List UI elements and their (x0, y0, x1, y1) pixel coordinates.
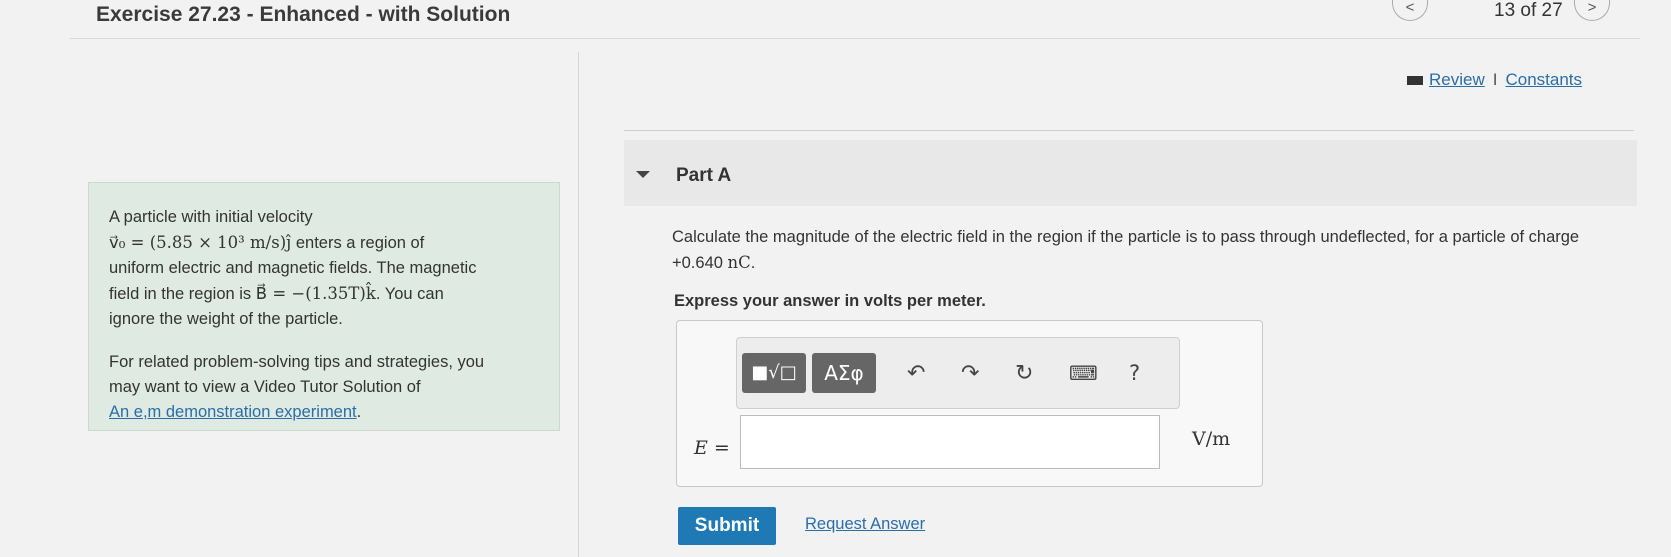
math-toolbar: ■√□ ΑΣφ ↶ ↷ ↻ ⌨ ? (736, 337, 1180, 409)
electric-field-input[interactable] (740, 415, 1160, 469)
constants-link[interactable]: Constants (1505, 70, 1582, 89)
magnetic-field-expression: B⃗ = −(1.35T)k̂ (255, 284, 376, 303)
redo-icon[interactable]: ↷ (961, 361, 979, 386)
help-icon[interactable]: ? (1129, 361, 1140, 385)
book-icon (1407, 76, 1423, 86)
undo-icon[interactable]: ↶ (907, 361, 925, 386)
greek-symbols-button[interactable]: ΑΣφ (812, 353, 876, 393)
answer-instruction: Express your answer in volts per meter. (674, 292, 986, 310)
answer-unit: V/m (1192, 428, 1231, 450)
page-title: Exercise 27.23 - Enhanced - with Solutio… (96, 3, 511, 26)
video-tutor-link[interactable]: An e,m demonstration experiment (109, 403, 357, 421)
problem-text: A particle with initial velocity v⃗₀ = (… (109, 208, 477, 328)
column-divider (578, 52, 579, 557)
resource-links: Review I Constants (1407, 70, 1582, 90)
tips-text: For related problem-solving tips and str… (109, 353, 485, 421)
part-title: Part A (676, 165, 732, 186)
initial-velocity-expression: v⃗₀ = (5.85 × 10³ m/s)ĵ (109, 233, 292, 252)
request-answer-link[interactable]: Request Answer (805, 515, 925, 534)
caret-down-icon[interactable] (636, 171, 650, 178)
link-separator: I (1492, 70, 1498, 89)
answer-variable-label: E = (694, 437, 730, 459)
part-a-header[interactable] (624, 140, 1637, 206)
review-link[interactable]: Review (1429, 70, 1485, 89)
part-divider (624, 130, 1634, 131)
question-text: Calculate the magnitude of the electric … (672, 228, 1580, 272)
prev-button[interactable]: < (1392, 0, 1428, 21)
header-divider (70, 38, 1640, 39)
page-count: 13 of 27 (1494, 0, 1563, 21)
charge-unit: nC (727, 253, 751, 272)
keyboard-icon[interactable]: ⌨ (1069, 361, 1098, 385)
problem-statement: A particle with initial velocity v⃗₀ = (… (88, 182, 560, 431)
submit-button[interactable]: Submit (678, 507, 776, 545)
next-button[interactable]: > (1574, 0, 1610, 21)
templates-button[interactable]: ■√□ (742, 353, 806, 393)
reset-icon[interactable]: ↻ (1015, 361, 1033, 386)
